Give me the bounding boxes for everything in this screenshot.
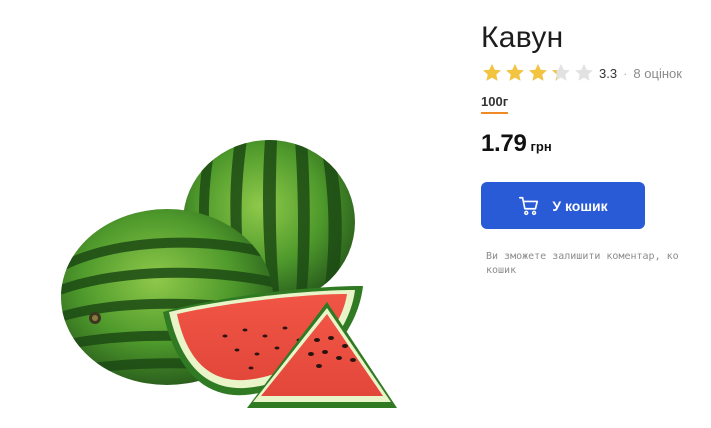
rating-separator: · (623, 65, 628, 81)
rating-value: 3.3 (599, 65, 618, 81)
rating-row[interactable]: 3.3 · 8 оцінок (481, 62, 682, 84)
star-icon[interactable] (550, 62, 572, 84)
price: 1.79 грн (481, 130, 552, 158)
price-currency: грн (530, 139, 552, 154)
product-image (61, 140, 397, 408)
rating-stars[interactable] (481, 62, 596, 84)
product-info: Кавун 3.3 · 8 оцінок 100г 1.79 грн У коши… (481, 0, 711, 428)
comment-note-line: Ви зможете залишити коментар, ко (486, 251, 679, 262)
comment-note: Ви зможете залишити коментар, ко кошик (486, 250, 711, 278)
star-icon[interactable] (527, 62, 549, 84)
star-icon[interactable] (481, 62, 503, 84)
cart-icon (519, 196, 539, 215)
product-title: Кавун (481, 21, 564, 54)
comment-note-line: кошик (486, 265, 517, 276)
price-value: 1.79 (481, 130, 527, 157)
add-to-cart-label: У кошик (552, 197, 608, 214)
rating-count[interactable]: 8 оцінок (633, 66, 682, 81)
star-icon[interactable] (504, 62, 526, 84)
add-to-cart-button[interactable]: У кошик (481, 182, 645, 229)
weight-option-selected[interactable]: 100г (481, 94, 509, 114)
star-icon[interactable] (573, 62, 595, 84)
